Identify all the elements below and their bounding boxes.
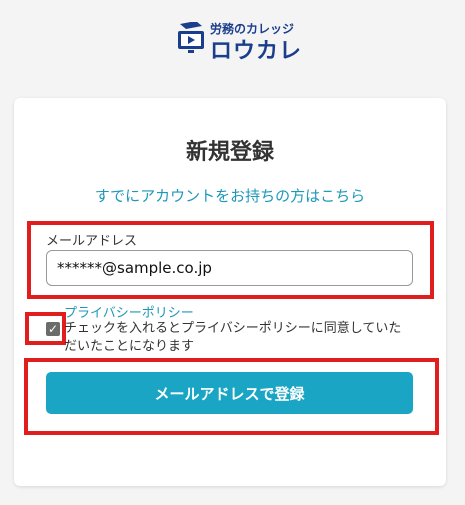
consent-text: チェックを入れるとプライバシーポリシーに同意していただいたことになります — [64, 321, 402, 354]
privacy-policy-link[interactable]: プライバシーポリシー — [64, 302, 194, 321]
consent-checkbox[interactable]: ✓ — [46, 322, 60, 336]
logo-name: ロウカレ — [210, 39, 303, 64]
email-field[interactable] — [46, 250, 413, 286]
monitor-play-icon — [178, 22, 204, 53]
register-email-button[interactable]: メールアドレスで登録 — [46, 372, 413, 414]
signup-card: 新規登録 すでにアカウントをお持ちの方はこちら メールアドレス プライバシーポリ… — [14, 98, 446, 486]
page-title: 新規登録 — [185, 140, 274, 165]
login-link[interactable]: すでにアカウントをお持ちの方はこちら — [14, 185, 446, 206]
email-label: メールアドレス — [46, 234, 138, 249]
brand-logo: 労務のカレッジ ロウカレ — [176, 18, 301, 64]
